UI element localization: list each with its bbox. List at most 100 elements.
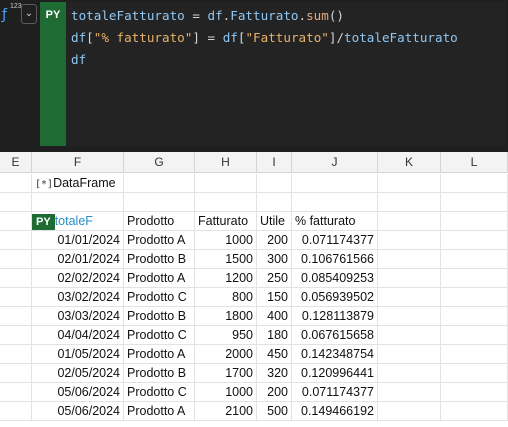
date-cell[interactable]: 02/02/2024 [32,269,124,288]
cell[interactable] [378,231,441,250]
cell[interactable] [0,269,32,288]
cell[interactable] [257,174,292,193]
revenue-cell[interactable]: 950 [195,326,257,345]
revenue-share-cell[interactable]: 0.067615658 [292,326,378,345]
cell[interactable] [441,326,508,345]
profit-cell[interactable]: 180 [257,326,292,345]
cell[interactable] [195,193,257,212]
revenue-cell[interactable]: 1700 [195,364,257,383]
product-cell[interactable]: Prodotto C [124,383,195,402]
revenue-share-cell[interactable]: 0.106761566 [292,250,378,269]
revenue-cell[interactable]: 2100 [195,402,257,421]
table-header-cell[interactable]: % fatturato [292,212,378,231]
cell[interactable] [378,288,441,307]
column-header-i[interactable]: I [257,152,292,173]
cell[interactable] [441,383,508,402]
cell[interactable] [0,174,32,193]
date-cell[interactable]: 02/01/2024 [32,250,124,269]
product-cell[interactable]: Prodotto A [124,402,195,421]
profit-cell[interactable]: 450 [257,345,292,364]
date-cell[interactable]: 04/04/2024 [32,326,124,345]
code-line[interactable]: df [71,51,86,69]
code-line[interactable]: totaleFatturato = df.Fatturato.sum() [71,7,344,25]
cell[interactable] [195,174,257,193]
revenue-cell[interactable]: 2000 [195,345,257,364]
dataframe-cell[interactable]: [*]DataFrame [32,174,124,193]
product-cell[interactable]: Prodotto A [124,231,195,250]
profit-cell[interactable]: 400 [257,307,292,326]
cell[interactable] [0,345,32,364]
cell[interactable] [441,212,508,231]
cell[interactable] [441,364,508,383]
chevron-down-icon[interactable]: ⌄ [21,4,37,24]
cell[interactable] [0,402,32,421]
column-header-h[interactable]: H [195,152,257,173]
column-header-l[interactable]: L [441,152,508,173]
revenue-share-cell[interactable]: 0.120996441 [292,364,378,383]
table-header-cell[interactable]: Fatturato [195,212,257,231]
revenue-share-cell[interactable]: 0.071174377 [292,231,378,250]
revenue-share-cell[interactable]: 0.071174377 [292,383,378,402]
product-cell[interactable]: Prodotto B [124,364,195,383]
profit-cell[interactable]: 200 [257,383,292,402]
cell[interactable] [0,364,32,383]
cell[interactable] [124,174,195,193]
revenue-cell[interactable]: 1500 [195,250,257,269]
cell[interactable] [0,193,32,212]
cell[interactable] [0,307,32,326]
cell[interactable] [378,345,441,364]
cell[interactable] [124,193,195,212]
column-header-f[interactable]: F [32,152,124,173]
product-cell[interactable]: Prodotto B [124,307,195,326]
cell[interactable] [441,231,508,250]
cell[interactable] [441,269,508,288]
profit-cell[interactable]: 200 [257,231,292,250]
cell[interactable] [378,269,441,288]
date-cell[interactable]: 01/05/2024 [32,345,124,364]
revenue-share-cell[interactable]: 0.085409253 [292,269,378,288]
cell[interactable] [0,212,32,231]
cell[interactable] [378,174,441,193]
revenue-cell[interactable]: 1200 [195,269,257,288]
date-cell[interactable]: 03/02/2024 [32,288,124,307]
python-code-editor[interactable]: PY totaleFatturato = df.Fatturato.sum() d… [40,2,506,146]
cell[interactable] [441,250,508,269]
cell[interactable] [0,383,32,402]
cell[interactable] [378,383,441,402]
date-cell[interactable]: 03/03/2024 [32,307,124,326]
profit-cell[interactable]: 250 [257,269,292,288]
cell[interactable] [378,250,441,269]
revenue-cell[interactable]: 1800 [195,307,257,326]
revenue-share-cell[interactable]: 0.142348754 [292,345,378,364]
column-header-e[interactable]: E [0,152,32,173]
date-cell[interactable]: 01/01/2024 [32,231,124,250]
profit-cell[interactable]: 500 [257,402,292,421]
code-line[interactable]: df["% fatturato"] = df["Fatturato"]/tota… [71,29,458,47]
profit-cell[interactable]: 150 [257,288,292,307]
cell[interactable] [441,288,508,307]
index-header-cell[interactable]: PY totaleF [32,212,124,231]
date-cell[interactable]: 02/05/2024 [32,364,124,383]
product-cell[interactable]: Prodotto C [124,326,195,345]
date-cell[interactable]: 05/06/2024 [32,402,124,421]
product-cell[interactable]: Prodotto B [124,250,195,269]
cell[interactable] [378,364,441,383]
column-header-g[interactable]: G [124,152,195,173]
product-cell[interactable]: Prodotto A [124,269,195,288]
revenue-share-cell[interactable]: 0.149466192 [292,402,378,421]
profit-cell[interactable]: 300 [257,250,292,269]
cell[interactable] [378,326,441,345]
column-header-j[interactable]: J [292,152,378,173]
table-header-cell[interactable]: Prodotto [124,212,195,231]
cell[interactable] [0,231,32,250]
cell[interactable] [378,193,441,212]
cell[interactable] [441,402,508,421]
revenue-cell[interactable]: 800 [195,288,257,307]
cell[interactable] [0,250,32,269]
table-header-cell[interactable]: Utile [257,212,292,231]
cell[interactable] [0,288,32,307]
product-cell[interactable]: Prodotto A [124,345,195,364]
revenue-cell[interactable]: 1000 [195,231,257,250]
date-cell[interactable]: 05/06/2024 [32,383,124,402]
profit-cell[interactable]: 320 [257,364,292,383]
